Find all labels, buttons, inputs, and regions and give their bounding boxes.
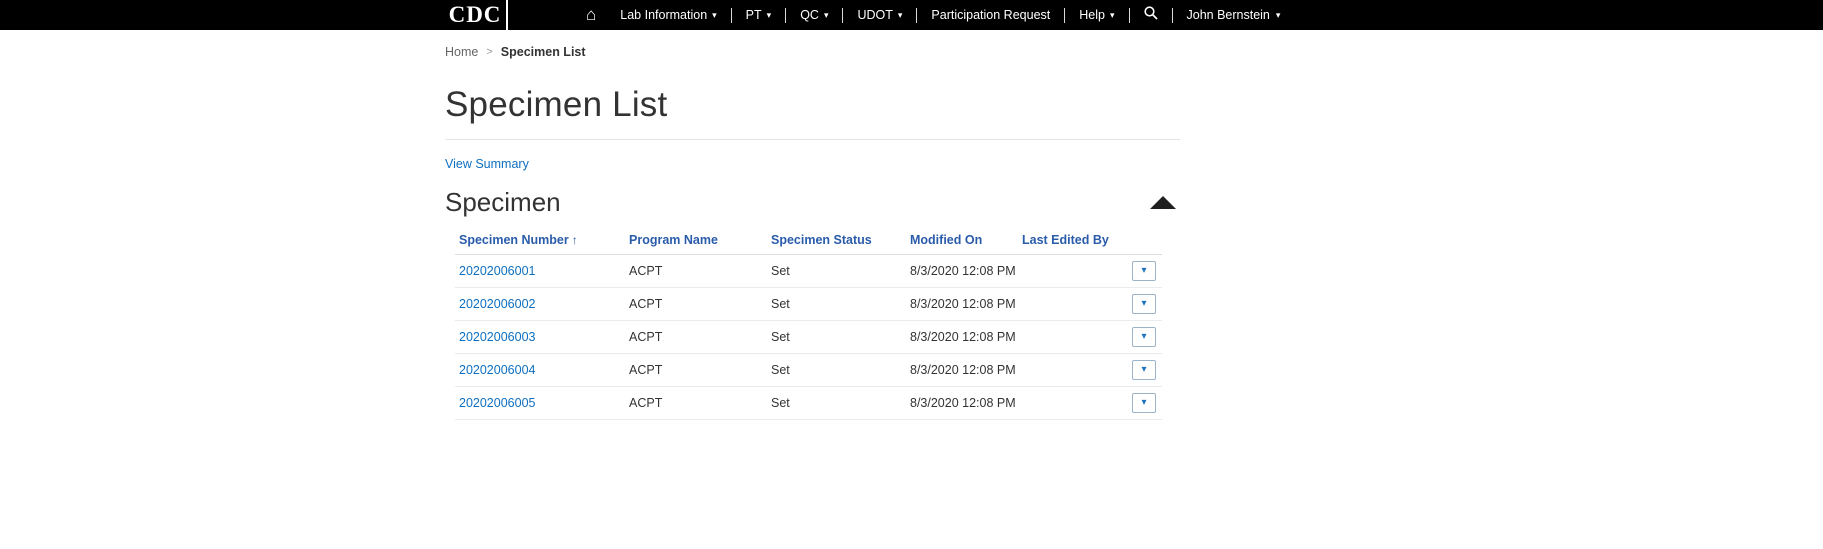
nav-item[interactable]: Lab Information ▾ (608, 0, 728, 30)
nav-item[interactable]: Participation Request (919, 0, 1062, 30)
nav-divider (1129, 8, 1130, 23)
nav-divider (916, 8, 917, 23)
last-edited-by-cell (1018, 255, 1128, 288)
table-header-row: Specimen Number↑ Program Name Specimen S… (455, 228, 1162, 255)
section-title: Specimen (445, 187, 561, 218)
row-actions-dropdown[interactable]: ▾ (1132, 261, 1156, 281)
specimen-section-header: Specimen (445, 187, 1180, 218)
nav-item[interactable]: Help ▾ (1067, 0, 1126, 30)
specimen-status-cell: Set (767, 321, 906, 354)
table-row: 20202006005 ACPT Set 8/3/2020 12:08 PM ▾ (455, 387, 1162, 420)
breadcrumb-separator: > (486, 46, 492, 58)
page-title: Specimen List (445, 85, 1180, 125)
column-header-modified-on[interactable]: Modified On (906, 228, 1018, 255)
specimen-number-link[interactable]: 20202006001 (459, 264, 535, 278)
column-header-specimen-number[interactable]: Specimen Number↑ (455, 228, 625, 255)
nav-divider (842, 8, 843, 23)
user-menu[interactable]: John Bernstein ▾ (1175, 0, 1293, 30)
cdc-logo[interactable]: CDC (444, 0, 508, 30)
specimen-number-link[interactable]: 20202006005 (459, 396, 535, 410)
nav-item-label: Lab Information (620, 8, 707, 22)
chevron-down-icon: ▾ (1141, 398, 1146, 408)
navbar-inner: CDC ⌂ Lab Information ▾ PT ▾ QC ▾ UDOT ▾… (0, 0, 1292, 30)
program-name-cell: ACPT (625, 288, 767, 321)
row-actions-dropdown[interactable]: ▾ (1132, 294, 1156, 314)
nav-divider (1172, 8, 1173, 23)
nav-item[interactable]: QC ▾ (788, 0, 840, 30)
table-row: 20202006004 ACPT Set 8/3/2020 12:08 PM ▾ (455, 354, 1162, 387)
specimen-number-link[interactable]: 20202006003 (459, 330, 535, 344)
program-name-cell: ACPT (625, 354, 767, 387)
modified-on-cell: 8/3/2020 12:08 PM (906, 288, 1018, 321)
row-actions-dropdown[interactable]: ▾ (1132, 327, 1156, 347)
breadcrumb-current: Specimen List (501, 45, 586, 59)
specimen-table: Specimen Number↑ Program Name Specimen S… (455, 228, 1162, 420)
chevron-down-icon: ▾ (712, 10, 717, 21)
program-name-cell: ACPT (625, 321, 767, 354)
column-header-label: Specimen Number (459, 233, 569, 247)
nav-items: Lab Information ▾ PT ▾ QC ▾ UDOT ▾ Parti… (608, 0, 1131, 30)
sort-ascending-icon: ↑ (572, 233, 578, 247)
nav-divider (785, 8, 786, 23)
page-container: Home > Specimen List Specimen List View … (445, 30, 1180, 420)
specimen-status-cell: Set (767, 354, 906, 387)
top-navbar: CDC ⌂ Lab Information ▾ PT ▾ QC ▾ UDOT ▾… (0, 0, 1823, 30)
chevron-down-icon: ▾ (1276, 10, 1281, 21)
chevron-down-icon: ▾ (1141, 266, 1146, 276)
chevron-down-icon: ▾ (767, 10, 772, 21)
nav-divider (1064, 8, 1065, 23)
collapse-section-icon[interactable] (1150, 196, 1176, 209)
nav-item[interactable]: UDOT ▾ (845, 0, 914, 30)
chevron-down-icon: ▾ (824, 10, 829, 21)
modified-on-cell: 8/3/2020 12:08 PM (906, 255, 1018, 288)
view-summary-link[interactable]: View Summary (445, 157, 529, 171)
nav-item-label: QC (800, 8, 819, 22)
row-actions-dropdown[interactable]: ▾ (1132, 360, 1156, 380)
chevron-down-icon: ▾ (1141, 332, 1146, 342)
nav-item-label: Help (1079, 8, 1105, 22)
chevron-down-icon: ▾ (1110, 10, 1115, 21)
specimen-status-cell: Set (767, 255, 906, 288)
specimen-status-cell: Set (767, 288, 906, 321)
nav-item-label: PT (746, 8, 762, 22)
user-name: John Bernstein (1187, 8, 1270, 22)
program-name-cell: ACPT (625, 387, 767, 420)
row-actions-dropdown[interactable]: ▾ (1132, 393, 1156, 413)
breadcrumb-home-link[interactable]: Home (445, 45, 478, 59)
specimen-number-link[interactable]: 20202006002 (459, 297, 535, 311)
modified-on-cell: 8/3/2020 12:08 PM (906, 321, 1018, 354)
modified-on-cell: 8/3/2020 12:08 PM (906, 387, 1018, 420)
specimen-number-link[interactable]: 20202006004 (459, 363, 535, 377)
chevron-down-icon: ▾ (1141, 365, 1146, 375)
chevron-down-icon: ▾ (898, 10, 903, 21)
chevron-down-icon: ▾ (1141, 299, 1146, 309)
modified-on-cell: 8/3/2020 12:08 PM (906, 354, 1018, 387)
table-row: 20202006001 ACPT Set 8/3/2020 12:08 PM ▾ (455, 255, 1162, 288)
table-row: 20202006002 ACPT Set 8/3/2020 12:08 PM ▾ (455, 288, 1162, 321)
column-header-program-name[interactable]: Program Name (625, 228, 767, 255)
breadcrumb: Home > Specimen List (445, 30, 1180, 59)
last-edited-by-cell (1018, 387, 1128, 420)
last-edited-by-cell (1018, 288, 1128, 321)
search-button[interactable] (1132, 0, 1170, 30)
table-row: 20202006003 ACPT Set 8/3/2020 12:08 PM ▾ (455, 321, 1162, 354)
nav-item-label: UDOT (857, 8, 892, 22)
search-icon (1144, 6, 1158, 25)
column-header-specimen-status[interactable]: Specimen Status (767, 228, 906, 255)
nav-divider (731, 8, 732, 23)
column-header-last-edited-by[interactable]: Last Edited By (1018, 228, 1128, 255)
last-edited-by-cell (1018, 354, 1128, 387)
title-divider (445, 139, 1180, 140)
column-header-actions (1128, 228, 1162, 255)
last-edited-by-cell (1018, 321, 1128, 354)
program-name-cell: ACPT (625, 255, 767, 288)
nav-item-label: Participation Request (931, 8, 1050, 22)
specimen-status-cell: Set (767, 387, 906, 420)
home-icon[interactable]: ⌂ (574, 0, 608, 30)
nav-item[interactable]: PT ▾ (734, 0, 784, 30)
